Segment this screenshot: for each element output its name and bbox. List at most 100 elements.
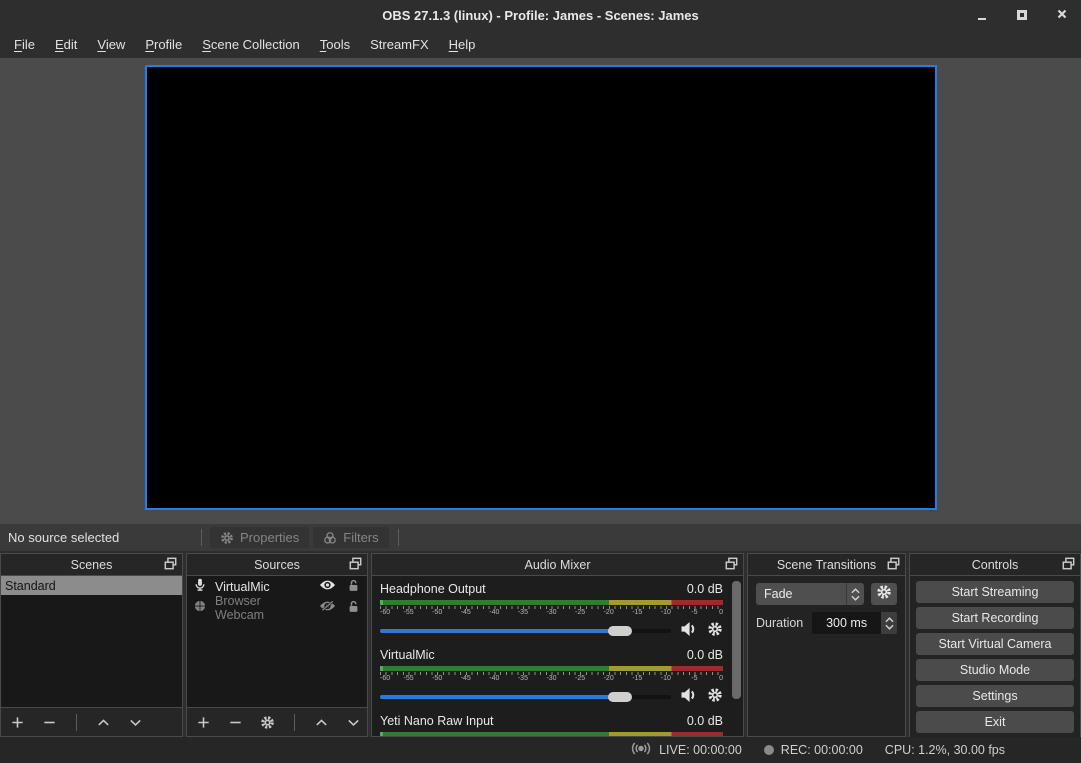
slider-fill bbox=[380, 695, 630, 699]
gear-icon[interactable] bbox=[707, 687, 723, 708]
tick-label: 0 bbox=[719, 609, 723, 616]
combo-spinner-icons[interactable] bbox=[846, 583, 864, 605]
speaker-icon[interactable] bbox=[680, 621, 698, 642]
spinbox-arrow-icons[interactable] bbox=[881, 612, 897, 634]
remove-source-button[interactable] bbox=[228, 715, 243, 730]
menu-view[interactable]: View bbox=[87, 33, 135, 56]
menu-tools[interactable]: Tools bbox=[310, 33, 360, 56]
slider-handle[interactable] bbox=[608, 692, 632, 702]
transition-row: Fade bbox=[756, 583, 897, 605]
settings-button[interactable]: Settings bbox=[916, 685, 1074, 707]
audio-mixer-body: Headphone Output0.0 dB-60-55-50-45-40-35… bbox=[372, 575, 743, 736]
mixer-controls-row bbox=[380, 622, 723, 640]
exit-button[interactable]: Exit bbox=[916, 711, 1074, 733]
visibility-eye-icon[interactable] bbox=[319, 579, 336, 594]
move-source-up-button[interactable] bbox=[314, 715, 329, 730]
move-source-down-button[interactable] bbox=[346, 715, 361, 730]
tick-label: 0 bbox=[719, 675, 723, 682]
gear-icon[interactable] bbox=[707, 621, 723, 642]
record-dot-icon bbox=[764, 745, 774, 755]
meter-peak-indicator bbox=[380, 666, 383, 671]
scrollbar-thumb[interactable] bbox=[732, 581, 741, 699]
microphone-icon bbox=[193, 578, 207, 595]
preview-area bbox=[0, 58, 1081, 524]
close-button[interactable] bbox=[1055, 8, 1069, 22]
program-canvas[interactable] bbox=[145, 65, 937, 510]
tick-label: -55 bbox=[404, 675, 414, 682]
tick-label: -30 bbox=[546, 609, 556, 616]
menu-scene-collection[interactable]: Scene Collection bbox=[192, 33, 310, 56]
studio-mode-button[interactable]: Studio Mode bbox=[916, 659, 1074, 681]
menu-file[interactable]: File bbox=[4, 33, 45, 56]
add-source-button[interactable] bbox=[196, 715, 211, 730]
slider-handle[interactable] bbox=[608, 626, 632, 636]
tick-label: -25 bbox=[575, 609, 585, 616]
transition-selected-value: Fade bbox=[756, 587, 846, 601]
source-label: VirtualMic bbox=[215, 580, 311, 594]
menu-profile[interactable]: Profile bbox=[135, 33, 192, 56]
toolbar-separator bbox=[201, 529, 202, 546]
start-streaming-button[interactable]: Start Streaming bbox=[916, 581, 1074, 603]
obs-main-window: OBS 27.1.3 (linux) - Profile: James - Sc… bbox=[0, 0, 1081, 763]
menu-edit[interactable]: Edit bbox=[45, 33, 87, 56]
remove-scene-button[interactable] bbox=[42, 715, 57, 730]
broadcast-icon bbox=[630, 741, 652, 759]
visibility-eye-slash-icon[interactable] bbox=[319, 600, 336, 615]
tick-label: -20 bbox=[604, 609, 614, 616]
scene-transitions-body: Fade Duration 300 ms bbox=[748, 575, 905, 736]
volume-slider[interactable] bbox=[380, 688, 671, 706]
lock-open-icon[interactable] bbox=[347, 579, 360, 595]
controls-dock-header: Controls bbox=[910, 554, 1080, 575]
transition-properties-button[interactable] bbox=[871, 583, 897, 605]
popout-icon[interactable] bbox=[164, 557, 177, 570]
start-recording-button[interactable]: Start Recording bbox=[916, 607, 1074, 629]
slider-fill bbox=[380, 629, 630, 633]
source-item[interactable]: Browser Webcam bbox=[187, 597, 367, 618]
maximize-icon bbox=[1017, 10, 1027, 20]
minimize-button[interactable] bbox=[975, 8, 989, 22]
tick-label: -45 bbox=[461, 675, 471, 682]
sources-dock-header: Sources bbox=[187, 554, 367, 575]
meter-peak-indicator bbox=[380, 732, 383, 736]
scenes-dock-header: Scenes bbox=[1, 554, 182, 575]
popout-icon[interactable] bbox=[887, 557, 900, 570]
meter-tick-labels: -60-55-50-45-40-35-30-25-20-15-10-50 bbox=[380, 609, 723, 618]
menu-streamfx[interactable]: StreamFX bbox=[360, 33, 439, 56]
source-properties-button[interactable] bbox=[260, 715, 275, 730]
move-scene-up-button[interactable] bbox=[96, 715, 111, 730]
popout-icon[interactable] bbox=[349, 557, 362, 570]
tick-label: -40 bbox=[489, 675, 499, 682]
controls-dock-title: Controls bbox=[972, 558, 1019, 572]
move-scene-down-button[interactable] bbox=[128, 715, 143, 730]
mixer-scrollbar[interactable] bbox=[732, 581, 741, 731]
volume-slider[interactable] bbox=[380, 622, 671, 640]
mixer-channel-name: VirtualMic bbox=[380, 648, 435, 662]
duration-spinbox[interactable]: 300 ms bbox=[812, 612, 897, 634]
maximize-button[interactable] bbox=[1015, 8, 1029, 22]
duration-value: 300 ms bbox=[812, 616, 881, 630]
lock-open-icon[interactable] bbox=[347, 600, 360, 616]
tick-label: -5 bbox=[691, 609, 697, 616]
popout-icon[interactable] bbox=[1062, 557, 1075, 570]
toolbar-separator bbox=[398, 529, 399, 546]
start-virtual-camera-button[interactable]: Start Virtual Camera bbox=[916, 633, 1074, 655]
speaker-icon[interactable] bbox=[680, 687, 698, 708]
tick-label: -15 bbox=[632, 609, 642, 616]
controls-body: Start Streaming Start Recording Start Virt… bbox=[910, 575, 1080, 742]
menu-help[interactable]: Help bbox=[439, 33, 486, 56]
toolbar-separator bbox=[76, 714, 77, 731]
close-icon bbox=[1057, 6, 1067, 24]
scene-item[interactable]: Standard bbox=[1, 576, 182, 595]
title-bar: OBS 27.1.3 (linux) - Profile: James - Sc… bbox=[0, 0, 1081, 30]
filters-button[interactable]: Filters bbox=[313, 527, 388, 548]
controls-dock: Controls Start Streaming Start Recording S… bbox=[909, 553, 1081, 737]
properties-button[interactable]: Properties bbox=[210, 527, 309, 548]
popout-icon[interactable] bbox=[725, 557, 738, 570]
scenes-toolbar bbox=[1, 707, 182, 736]
volume-meter bbox=[380, 600, 723, 605]
toolbar-separator bbox=[294, 714, 295, 731]
transition-select[interactable]: Fade bbox=[756, 583, 864, 605]
tick-label: -30 bbox=[546, 675, 556, 682]
tick-label: -10 bbox=[661, 609, 671, 616]
add-scene-button[interactable] bbox=[10, 715, 25, 730]
